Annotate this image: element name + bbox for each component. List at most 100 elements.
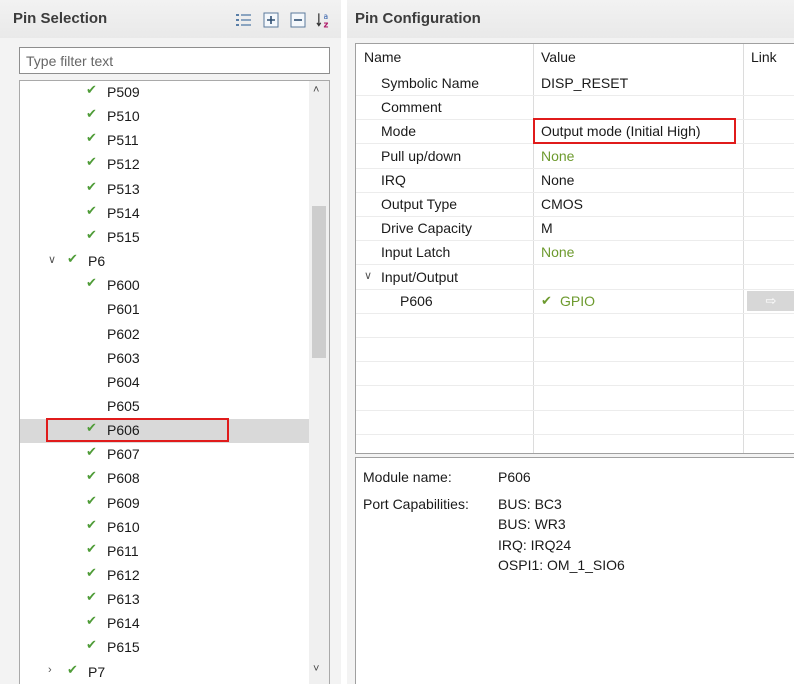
tree-item-label: P609	[107, 494, 140, 511]
capability-item: OSPI1: OM_1_SIO6	[498, 557, 625, 573]
tree-item-p614[interactable]: ✔ P614	[20, 612, 309, 636]
tree-item-p600[interactable]: ✔ P600	[20, 274, 309, 298]
config-row[interactable]: ∨ Input/Output	[356, 266, 794, 290]
tree-item-p514[interactable]: ✔ P514	[20, 202, 309, 226]
chevron-down-icon[interactable]: ∨	[364, 269, 372, 282]
check-icon: ✔	[67, 661, 78, 677]
collapse-all-icon[interactable]	[289, 11, 306, 28]
module-info-panel: Module name: P606 Port Capabilities: BUS…	[355, 457, 794, 684]
config-property-value[interactable]: M	[541, 220, 553, 236]
config-property-value[interactable]: None	[541, 148, 574, 164]
config-row[interactable]: P606 ✔ GPIO ⇨	[356, 290, 794, 314]
config-row[interactable]: Input Latch None	[356, 241, 794, 266]
config-property-value[interactable]: CMOS	[541, 196, 583, 212]
pin-filter-input[interactable]	[20, 48, 329, 73]
empty-config-row	[356, 314, 794, 338]
tree-item-p510[interactable]: ✔ P510	[20, 105, 309, 129]
tree-item-p513[interactable]: ✔ P513	[20, 178, 309, 202]
scrollbar-thumb[interactable]	[312, 206, 326, 358]
check-icon: ✔	[86, 516, 97, 532]
tree-item-p605[interactable]: P605	[20, 395, 309, 419]
config-property-name: IRQ	[381, 171, 406, 188]
chevron-right-icon[interactable]: ›	[48, 664, 52, 676]
config-property-value[interactable]: None	[541, 244, 574, 260]
sort-az-icon[interactable]: az	[316, 11, 333, 29]
config-row[interactable]: Drive Capacity M	[356, 217, 794, 242]
tree-item-label: P614	[107, 615, 140, 632]
empty-config-row	[356, 338, 794, 363]
column-header-link[interactable]: Link	[751, 49, 777, 65]
check-icon: ✔	[86, 106, 97, 122]
tree-item-p603[interactable]: P603	[20, 347, 309, 371]
empty-config-row	[356, 362, 794, 387]
tree-item-p509[interactable]: ✔ P509	[20, 81, 309, 105]
check-icon: ✔	[86, 613, 97, 629]
config-row[interactable]: IRQ None	[356, 169, 794, 193]
tree-item-label: P602	[107, 325, 140, 342]
tree-item-p604[interactable]: P604	[20, 371, 309, 395]
empty-config-row	[356, 435, 794, 453]
tree-item-p609[interactable]: ✔ P609	[20, 492, 309, 516]
tree-item-label: P512	[107, 156, 140, 173]
tree-item-label: P615	[107, 639, 140, 656]
capability-item: BUS: BC3	[498, 496, 562, 512]
config-row[interactable]: Pull up/down None	[356, 145, 794, 169]
tree-view-icon[interactable]	[235, 11, 252, 28]
config-property-value[interactable]: GPIO	[560, 293, 595, 309]
tree-item-p512[interactable]: ✔ P512	[20, 153, 309, 177]
pin-filter-field[interactable]	[19, 47, 330, 74]
config-row[interactable]: Symbolic Name DISP_RESET	[356, 72, 794, 96]
config-property-name: Comment	[381, 99, 442, 116]
tree-item-label: P510	[107, 108, 140, 125]
capability-item: BUS: WR3	[498, 516, 566, 532]
tree-item-label: P6	[88, 253, 106, 270]
tree-item-label: P610	[107, 518, 140, 535]
tree-item-label: P612	[107, 567, 140, 583]
expand-all-icon[interactable]	[262, 11, 279, 28]
config-property-name: Mode	[381, 123, 417, 140]
check-icon: ✔	[67, 251, 78, 267]
tree-item-p607[interactable]: ✔ P607	[20, 443, 309, 467]
scroll-up-icon[interactable]: ˄	[313, 84, 319, 96]
tree-item-p611[interactable]: ✔ P611	[20, 540, 309, 564]
pin-configuration-title: Pin Configuration	[355, 10, 481, 27]
tree-item-p7[interactable]: › ✔ P7	[20, 661, 309, 684]
column-header-name[interactable]: Name	[364, 49, 401, 65]
empty-config-row	[356, 411, 794, 435]
tree-item-p515[interactable]: ✔ P515	[20, 226, 309, 250]
tree-item-label: P600	[107, 277, 140, 294]
config-row[interactable]: Comment	[356, 96, 794, 121]
config-row[interactable]: Output Type CMOS	[356, 193, 794, 217]
config-property-value[interactable]: DISP_RESET	[541, 75, 628, 91]
tree-item-p615[interactable]: ✔ P615	[20, 636, 309, 660]
pin-selection-panel: Pin Selection az ✔ P509 ✔ P510 ✔ P511 ✔ P512 ✔ P5…	[0, 0, 341, 684]
tree-item-p610[interactable]: ✔ P610	[20, 516, 309, 540]
config-property-name: Drive Capacity	[381, 220, 473, 237]
tree-scrollbar[interactable]: ˄ ˅	[309, 81, 329, 684]
check-icon: ✔	[86, 637, 97, 653]
tree-item-p6[interactable]: ∨ ✔ P6	[20, 250, 309, 274]
chevron-down-icon[interactable]: ∨	[48, 253, 56, 266]
tree-item-label: P513	[107, 180, 140, 197]
tree-item-p612[interactable]: ✔ P612	[20, 564, 309, 588]
tree-item-label: P603	[107, 349, 140, 366]
pin-tree: ✔ P509 ✔ P510 ✔ P511 ✔ P512 ✔ P513 ✔ P514 ✔ P515 ∨ ✔ P6 ✔…	[19, 80, 330, 684]
tree-item-p608[interactable]: ✔ P608	[20, 467, 309, 491]
tree-item-label: P7	[88, 663, 106, 680]
tree-item-label: P515	[107, 228, 140, 245]
arrow-right-icon[interactable]: ⇨	[747, 290, 794, 311]
tree-item-label: P611	[107, 542, 139, 559]
config-property-name: Output Type	[381, 196, 458, 212]
config-property-value[interactable]: None	[541, 172, 574, 188]
tree-item-p511[interactable]: ✔ P511	[20, 129, 309, 153]
check-icon: ✔	[86, 154, 97, 170]
tree-item-p602[interactable]: P602	[20, 323, 309, 347]
tree-item-p613[interactable]: ✔ P613	[20, 588, 309, 612]
column-header-value[interactable]: Value	[541, 49, 576, 65]
tree-item-p601[interactable]: P601	[20, 298, 309, 322]
config-property-name: Input Latch	[381, 244, 451, 261]
scroll-down-icon[interactable]: ˅	[313, 663, 319, 675]
tree-item-label: P604	[107, 373, 140, 390]
check-icon: ✔	[86, 130, 97, 146]
pin-configuration-panel: Pin Configuration Name Value Link Symbol…	[347, 0, 794, 684]
